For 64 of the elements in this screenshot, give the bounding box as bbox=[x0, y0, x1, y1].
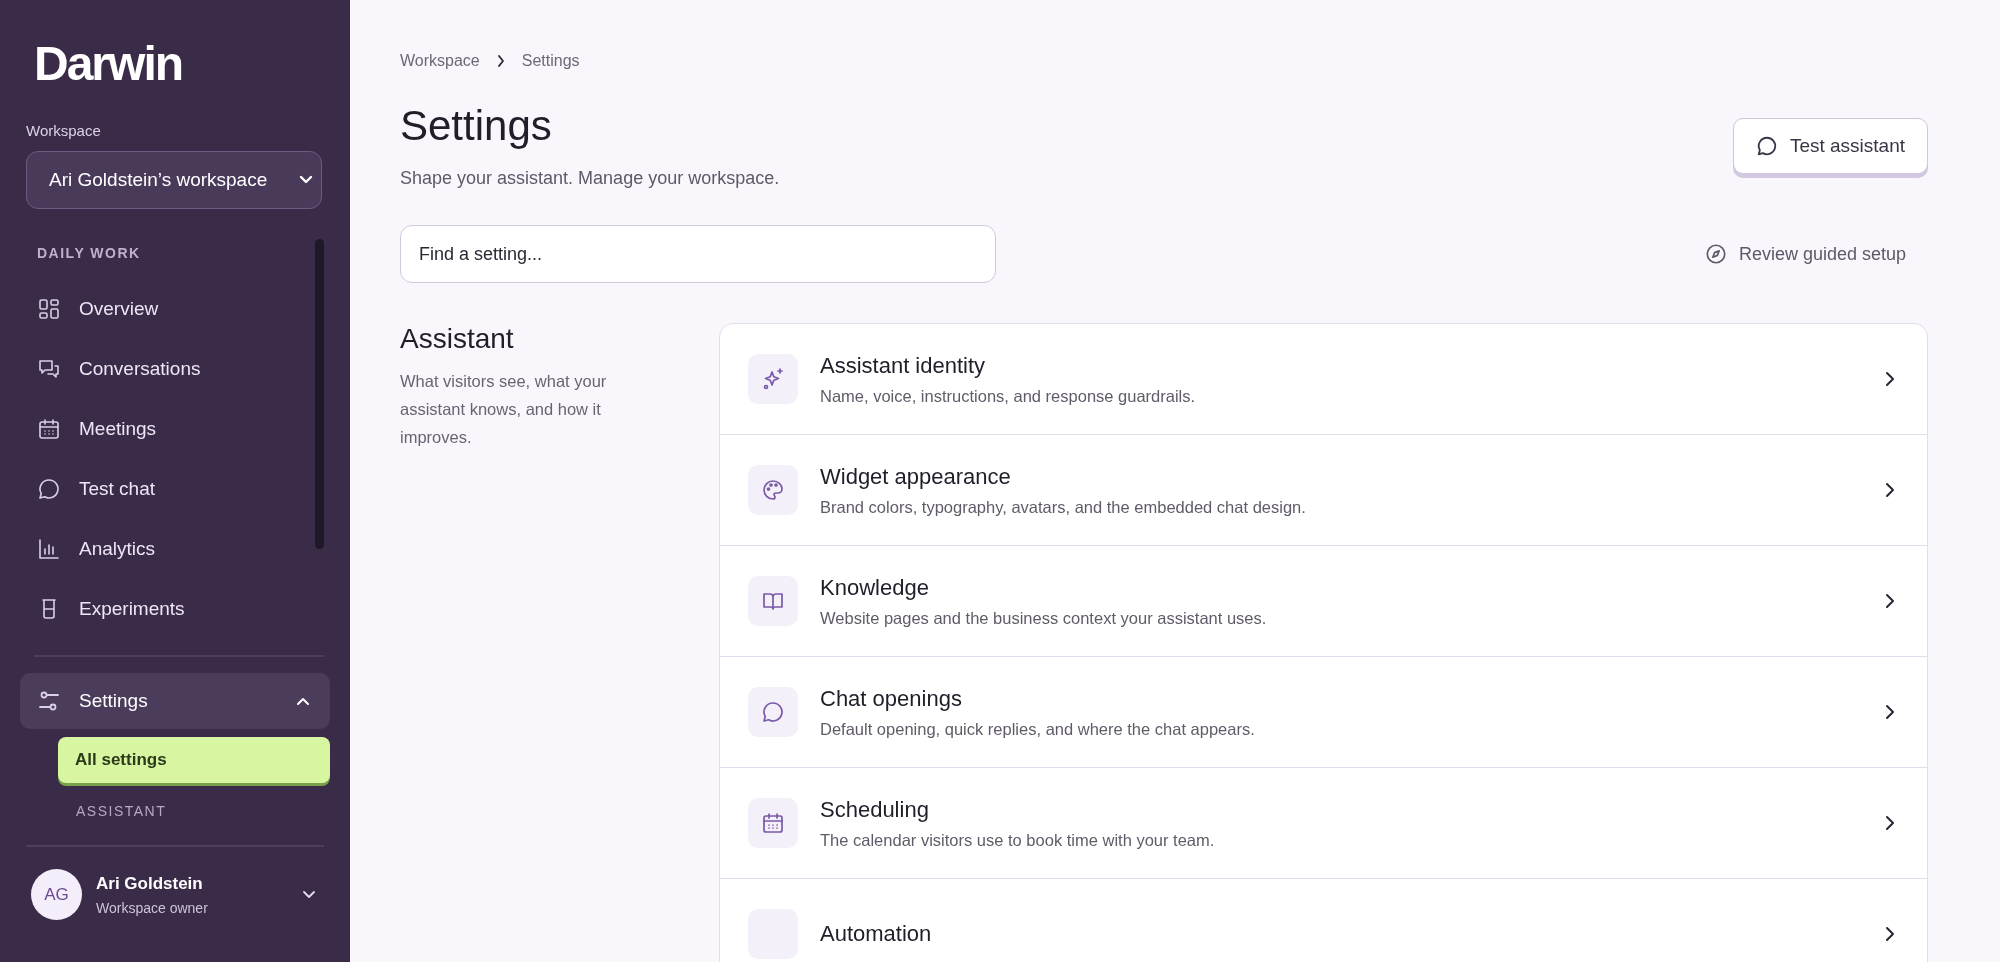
row-description: Default opening, quick replies, and where the chat appears. bbox=[820, 719, 1256, 739]
row-title: Knowledge bbox=[820, 574, 930, 601]
speech-bubble-icon bbox=[1755, 135, 1778, 157]
chevron-down-icon bbox=[299, 175, 313, 185]
calendar-icon bbox=[37, 417, 61, 441]
row-title: Scheduling bbox=[820, 796, 930, 823]
scrollbar[interactable] bbox=[315, 239, 324, 549]
row-description: Website pages and the business context your assistant uses. bbox=[820, 608, 1268, 628]
row-title: Assistant identity bbox=[820, 352, 987, 379]
chevron-icon bbox=[296, 696, 310, 706]
nav-item[interactable]: Test chat bbox=[20, 459, 315, 519]
search-field[interactable]: Find a setting... bbox=[400, 225, 996, 283]
nav-item[interactable]: Analytics bbox=[20, 519, 315, 579]
calendar-icon bbox=[761, 811, 785, 835]
user-name: Ari Goldstein bbox=[96, 873, 204, 894]
workspace-select[interactable]: Ari Goldstein’s workspace bbox=[26, 151, 322, 209]
user-role: Workspace owner bbox=[96, 899, 208, 916]
nav-item[interactable]: Meetings bbox=[20, 399, 315, 459]
row-title: Widget appearance bbox=[820, 463, 1012, 490]
row-title: Chat openings bbox=[820, 685, 963, 712]
settings-row[interactable]: Assistant identity Name, voice, instructions, and response guardrails. bbox=[720, 324, 1927, 435]
speech-bubble-icon bbox=[761, 700, 785, 724]
sub-nav-item[interactable]: All settings bbox=[58, 737, 330, 783]
nav-item[interactable]: Conversations bbox=[20, 339, 315, 399]
chat-bubbles-icon bbox=[37, 357, 61, 381]
palette-icon bbox=[761, 478, 785, 502]
settings-row[interactable]: Widget appearance Brand colors, typography, avatars, and the embedded chat design. bbox=[720, 435, 1927, 546]
page-subtitle: Shape your assistant. Manage your workspace. bbox=[400, 168, 780, 189]
section-label: DAILY WORK bbox=[37, 245, 142, 261]
nav-item[interactable]: Experiments bbox=[20, 579, 315, 639]
nav-item[interactable]: Overview bbox=[20, 279, 315, 339]
chevron-right-icon bbox=[1885, 815, 1895, 831]
compass-icon bbox=[1704, 243, 1727, 265]
page-title: Settings bbox=[400, 102, 553, 150]
breadcrumb-link[interactable]: Settings bbox=[521, 52, 580, 70]
settings-row[interactable]: Knowledge Website pages and the business context your assistant uses. bbox=[720, 546, 1927, 657]
sub-section-label: ASSISTANT bbox=[76, 803, 168, 819]
sparkle-icon bbox=[761, 367, 785, 391]
chevron-right-icon bbox=[496, 55, 505, 67]
avatar: AG bbox=[31, 869, 82, 920]
section-description: What visitors see, what your assistant knows, and how it improves. bbox=[400, 371, 608, 448]
section-title: Assistant bbox=[400, 323, 515, 355]
breadcrumb-link[interactable]: Workspace bbox=[400, 52, 480, 70]
row-description: The calendar visitors use to book time with your team. bbox=[820, 830, 1216, 850]
chevron-right-icon bbox=[1885, 926, 1895, 942]
row-description: Brand colors, typography, avatars, and the embedded chat design. bbox=[820, 497, 1307, 517]
chevron-right-icon bbox=[1885, 371, 1895, 387]
chevron-right-icon bbox=[1885, 704, 1895, 720]
bar-chart-icon bbox=[37, 537, 61, 561]
speech-bubble-icon bbox=[37, 477, 61, 501]
logo: Darwin bbox=[34, 40, 184, 88]
settings-row[interactable]: Scheduling The calendar visitors use to book time with your team. bbox=[720, 768, 1927, 879]
chevron-down-icon[interactable] bbox=[302, 889, 316, 900]
chevron-right-icon bbox=[1885, 482, 1895, 498]
settings-row[interactable]: Chat openings Default opening, quick replies, and where the chat appears. bbox=[720, 657, 1927, 768]
guided-setup-link[interactable]: Review guided setup bbox=[1704, 243, 1928, 265]
grid-icon bbox=[37, 297, 61, 321]
workspace-label: Workspace bbox=[26, 122, 102, 139]
settings-row[interactable]: Automation bbox=[720, 879, 1927, 962]
row-title: Automation bbox=[820, 921, 933, 947]
sliders-icon bbox=[37, 689, 61, 713]
chevron-right-icon bbox=[1885, 593, 1895, 609]
settings-nav-item[interactable]: Settings bbox=[20, 673, 330, 729]
row-description: Name, voice, instructions, and response guardrails. bbox=[820, 386, 1197, 406]
